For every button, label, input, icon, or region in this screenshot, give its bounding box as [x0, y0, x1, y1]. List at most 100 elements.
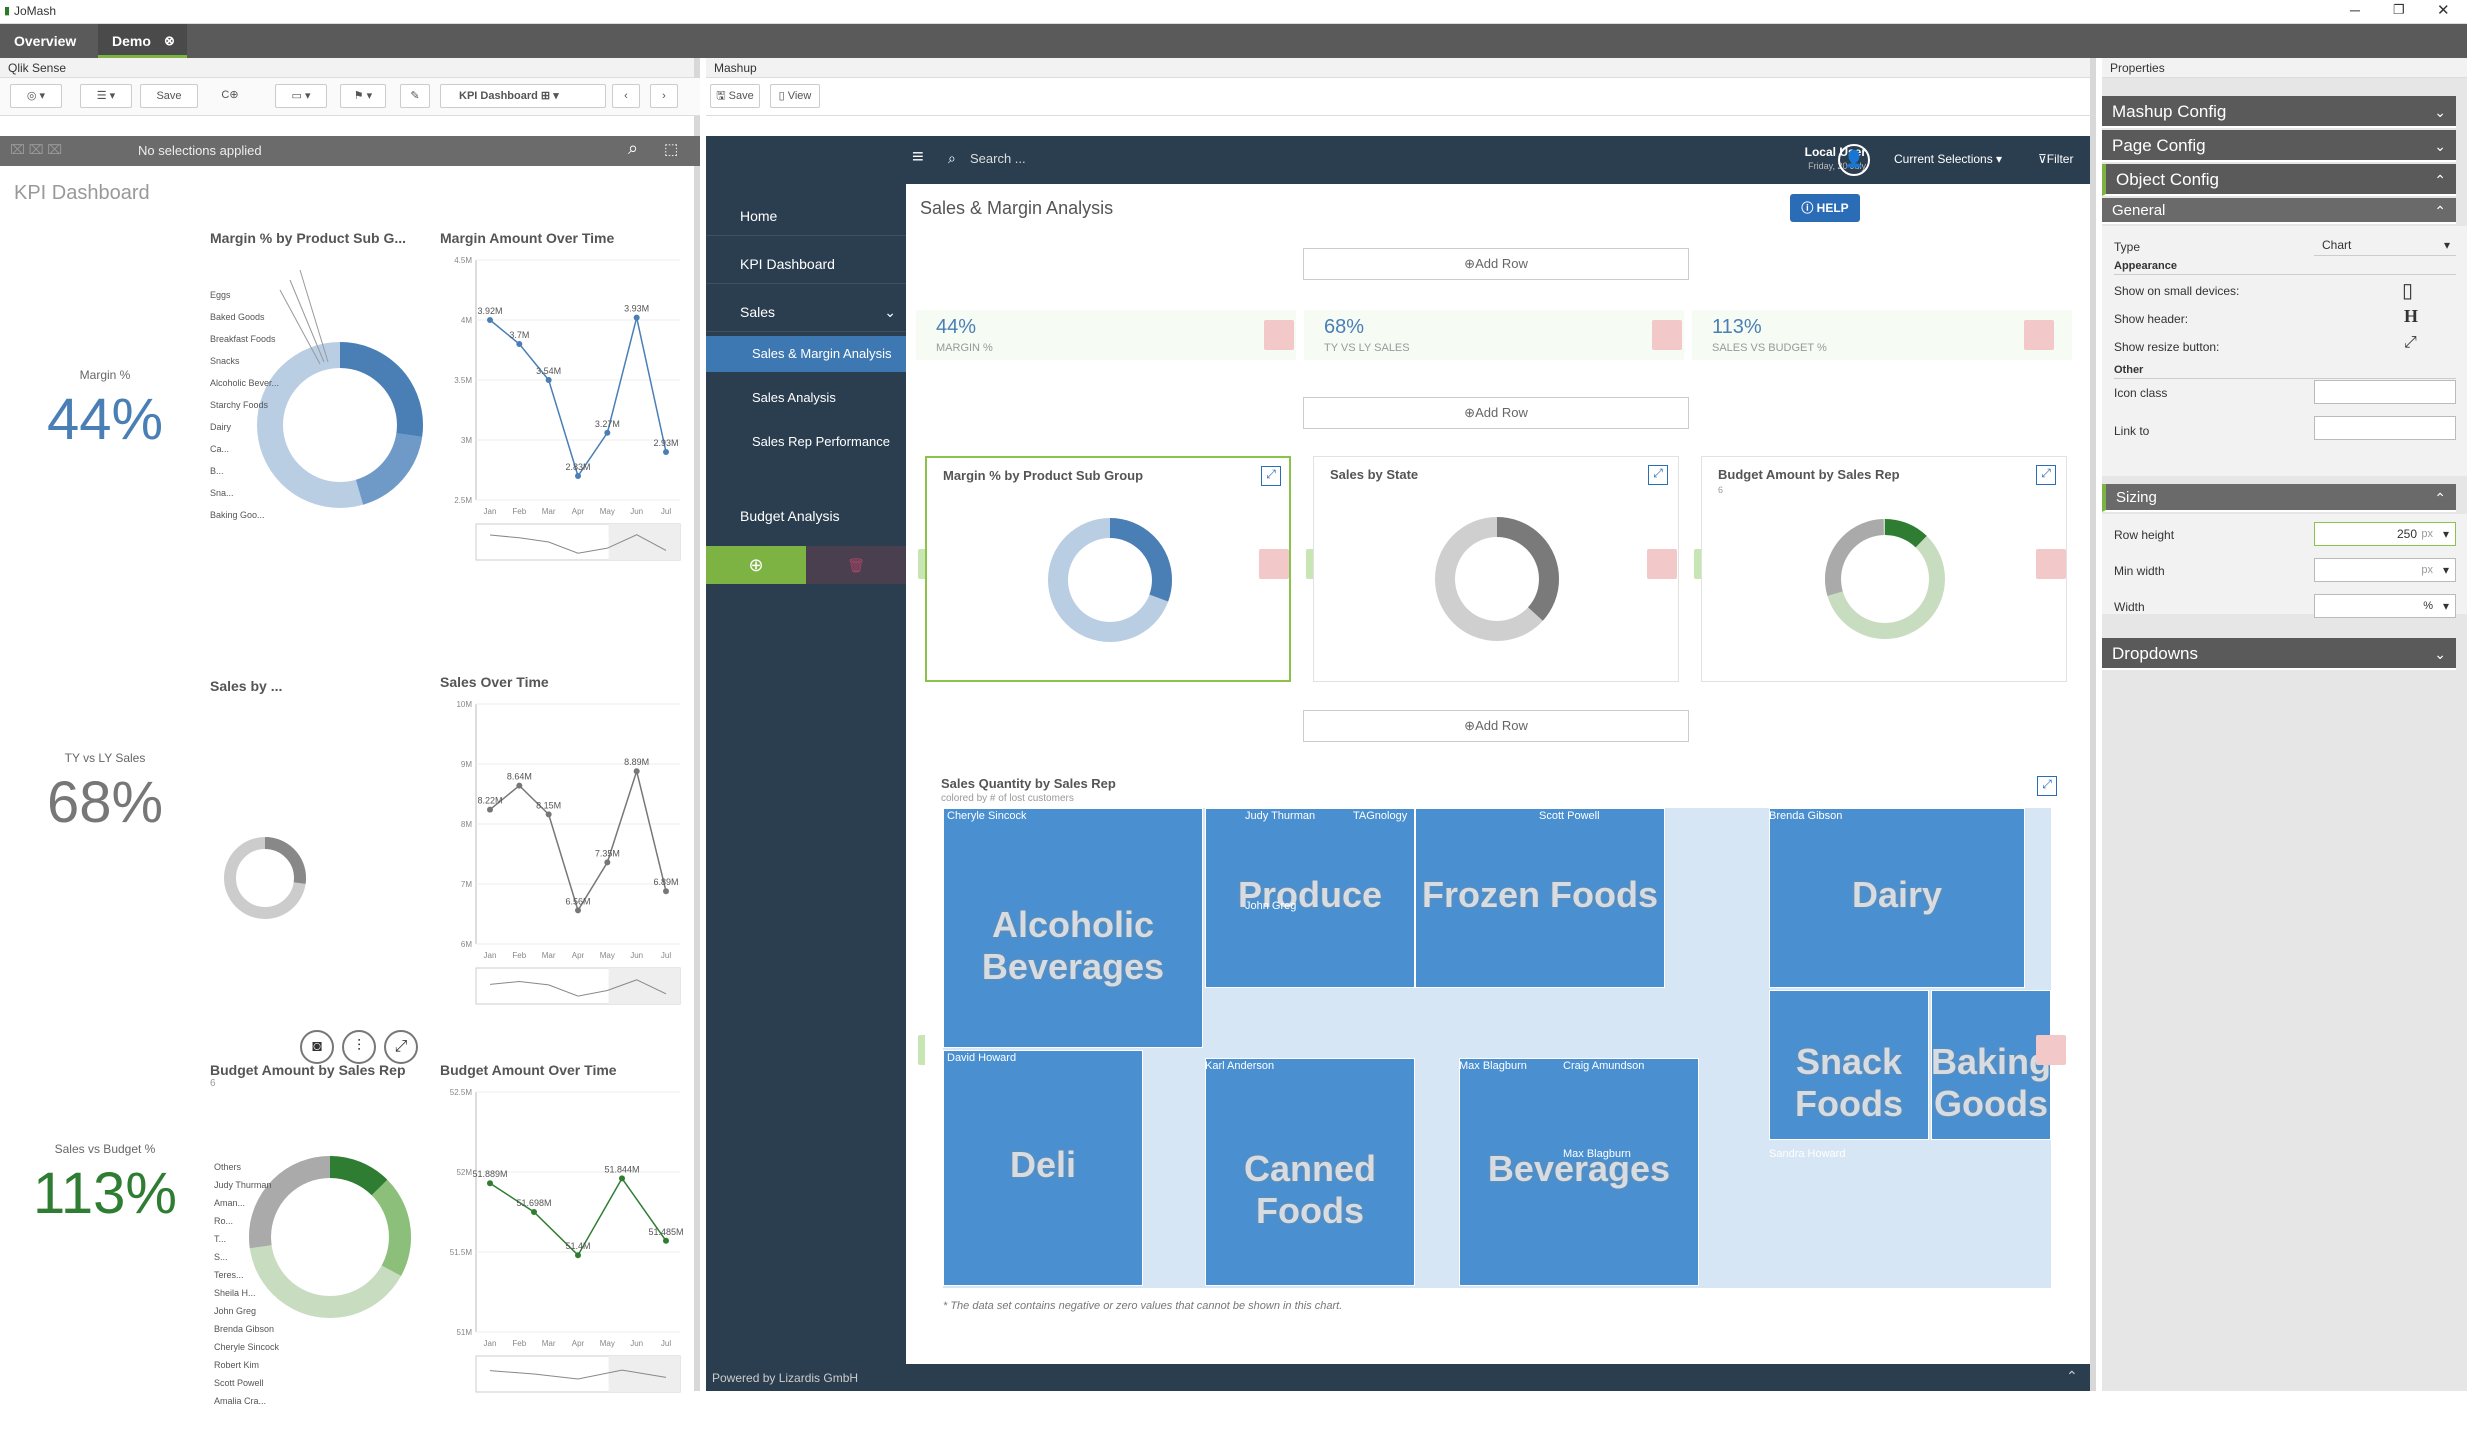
- sheet-selector[interactable]: KPI Dashboard ⊞ ▾: [440, 84, 606, 108]
- exploration-icon[interactable]: ⫶: [342, 1030, 376, 1064]
- mashup-view-button[interactable]: ▯ View: [770, 84, 820, 108]
- data-point[interactable]: [663, 1237, 669, 1244]
- user-avatar-icon[interactable]: 👤: [1838, 144, 1870, 176]
- delete-nav-button[interactable]: 🗑: [806, 546, 906, 584]
- tab-close-icon[interactable]: ⊗: [164, 24, 175, 58]
- mashup-donut-budget[interactable]: Budget Amount by Sales Rep 6 ⤢: [1701, 456, 2067, 682]
- data-point[interactable]: [516, 341, 523, 347]
- add-nav-button[interactable]: ⊕: [706, 546, 806, 584]
- data-point[interactable]: [633, 314, 640, 321]
- fullscreen-icon[interactable]: ⤢: [384, 1030, 418, 1064]
- global-menu-button[interactable]: ◎ ▾: [10, 84, 62, 108]
- minimize-icon[interactable]: ─: [2350, 2, 2360, 18]
- data-point[interactable]: [487, 1180, 493, 1187]
- mashup-kpi-budget[interactable]: 113% SALES VS BUDGET %: [1692, 310, 2072, 360]
- type-select[interactable]: Chart ▾: [2314, 234, 2456, 256]
- icon-class-input[interactable]: [2314, 380, 2456, 404]
- chart-margin-subgroup[interactable]: Margin % by Product Sub G... Eggs Baked G…: [210, 230, 430, 600]
- delete-object-icon[interactable]: [2036, 1035, 2066, 1065]
- delete-object-icon[interactable]: [2024, 320, 2054, 350]
- next-sheet-icon[interactable]: ›: [650, 84, 678, 108]
- mashup-donut-state[interactable]: Sales by State ⤢: [1313, 456, 1679, 682]
- nav-sales-margin[interactable]: Sales & Margin Analysis: [706, 336, 906, 372]
- data-point[interactable]: [604, 429, 611, 436]
- expand-icon[interactable]: ⤢: [2037, 776, 2057, 796]
- nav-kpi-dashboard[interactable]: KPI Dashboard: [706, 244, 906, 284]
- tab-demo[interactable]: Demo ⊗: [98, 24, 187, 58]
- data-point[interactable]: [545, 377, 552, 383]
- section-page-config[interactable]: Page Config ⌄: [2102, 130, 2456, 162]
- link-to-input[interactable]: [2314, 416, 2456, 440]
- bookmark-button[interactable]: ⚑ ▾: [340, 84, 386, 108]
- mobile-icon[interactable]: ▯: [2402, 278, 2413, 303]
- section-object-config[interactable]: Object Config ⌃: [2102, 164, 2456, 196]
- chart-sales-time[interactable]: Sales Over Time 10M 9M 8M 7M 6M Jan Feb Mar Apr M…: [440, 674, 690, 1054]
- mashup-kpi-margin[interactable]: 44% MARGIN %: [916, 310, 1296, 360]
- tab-overview[interactable]: Overview: [0, 24, 90, 58]
- min-width-input[interactable]: px ▾: [2314, 558, 2456, 582]
- story-icon[interactable]: C⊕: [210, 84, 250, 108]
- data-point[interactable]: [663, 888, 669, 895]
- data-point[interactable]: [545, 811, 552, 818]
- mashup-kpi-tyly[interactable]: 68% TY VS LY SALES: [1304, 310, 1684, 360]
- section-general[interactable]: General ⌃: [2102, 198, 2456, 224]
- expand-icon[interactable]: ⤢: [1261, 466, 1281, 486]
- data-point[interactable]: [575, 907, 581, 914]
- selection-tool-icon[interactable]: ⬚: [664, 140, 678, 158]
- data-point[interactable]: [575, 473, 581, 479]
- search-icon[interactable]: ⌕: [608, 138, 658, 164]
- delete-object-icon[interactable]: [1264, 320, 1294, 350]
- nav-budget-analysis[interactable]: Budget Analysis: [706, 496, 906, 536]
- delete-object-icon[interactable]: [1259, 549, 1289, 579]
- nav-sales-analysis[interactable]: Sales Analysis: [706, 380, 906, 416]
- kpi-tyly[interactable]: TY vs LY Sales 68%: [40, 751, 170, 836]
- nav-home[interactable]: Home: [706, 196, 906, 236]
- chart-sales-by[interactable]: Sales by ...: [210, 678, 430, 958]
- section-mashup-config[interactable]: Mashup Config ⌄: [2102, 96, 2456, 128]
- snapshot-icon[interactable]: ◙: [300, 1030, 334, 1064]
- delete-object-icon[interactable]: [1647, 549, 1677, 579]
- add-row-button[interactable]: ⊕Add Row: [1303, 397, 1689, 429]
- chart-budget-time[interactable]: Budget Amount Over Time 52.5M 52M 51.5M 51M…: [440, 1062, 690, 1442]
- expand-icon[interactable]: ⤢: [1648, 465, 1668, 485]
- data-point[interactable]: [619, 1175, 625, 1182]
- data-point[interactable]: [575, 1252, 581, 1259]
- data-point[interactable]: [633, 768, 640, 775]
- delete-object-icon[interactable]: [1652, 320, 1682, 350]
- mini-chart-window[interactable]: [608, 524, 680, 560]
- data-point[interactable]: [604, 859, 611, 866]
- selection-tools-icon[interactable]: ⌧ ⌧ ⌧: [10, 142, 62, 158]
- prev-sheet-icon[interactable]: ‹: [612, 84, 640, 108]
- data-point[interactable]: [531, 1209, 537, 1215]
- chart-budget-rep[interactable]: Budget Amount by Sales Rep 6 Others Judy …: [210, 1062, 440, 1442]
- kpi-budget[interactable]: Sales vs Budget % 113%: [25, 1142, 185, 1227]
- add-row-button[interactable]: ⊕Add Row: [1303, 710, 1689, 742]
- edit-icon[interactable]: ✎: [400, 84, 430, 108]
- nav-sales[interactable]: Sales ⌄: [706, 292, 906, 332]
- add-row-button[interactable]: ⊕Add Row: [1303, 248, 1689, 280]
- filter-button[interactable]: ⊽Filter: [2038, 152, 2073, 166]
- header-icon[interactable]: H: [2404, 306, 2418, 327]
- kpi-margin[interactable]: Margin % 44%: [40, 368, 170, 453]
- maximize-icon[interactable]: ❐: [2393, 2, 2405, 18]
- data-point[interactable]: [487, 317, 493, 323]
- help-button[interactable]: ⓘ HELP: [1790, 194, 1860, 222]
- list-menu-button[interactable]: ☰ ▾: [80, 84, 132, 108]
- resize-icon[interactable]: ⤢: [2404, 334, 2417, 352]
- data-point[interactable]: [516, 782, 523, 789]
- section-sizing[interactable]: Sizing ⌃: [2102, 484, 2456, 512]
- close-icon[interactable]: ✕: [2437, 1, 2450, 19]
- present-button[interactable]: ▭ ▾: [275, 84, 327, 108]
- mashup-save-button[interactable]: 🖫 Save: [710, 84, 760, 108]
- qlik-save-button[interactable]: Save: [140, 84, 198, 108]
- chevron-up-icon[interactable]: ⌃: [2066, 1368, 2078, 1385]
- hamburger-icon[interactable]: ≡: [912, 146, 924, 169]
- search-input[interactable]: Search ...: [970, 151, 1026, 166]
- chart-margin-time[interactable]: Margin Amount Over Time 4.5M 4M 3.5M 3M 2.5M…: [440, 230, 690, 600]
- delete-object-icon[interactable]: [2036, 549, 2066, 579]
- mashup-treemap[interactable]: Sales Quantity by Sales Rep colored by #…: [925, 766, 2067, 1398]
- expand-icon[interactable]: ⤢: [2036, 465, 2056, 485]
- data-point[interactable]: [487, 806, 493, 813]
- width-input[interactable]: % ▾: [2314, 594, 2456, 618]
- mashup-donut-margin[interactable]: Margin % by Product Sub Group ⤢: [925, 456, 1291, 682]
